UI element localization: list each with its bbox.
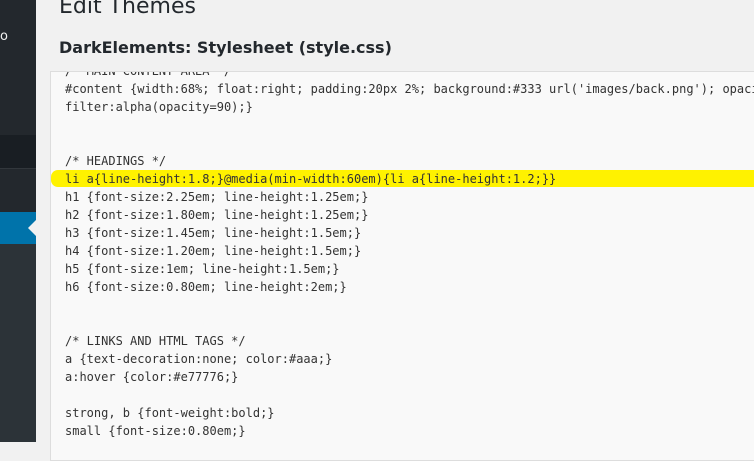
code-line-text: a {text-decoration:none; color:#aaa;} [65, 352, 333, 366]
page-title: Edit Themes [59, 0, 196, 19]
code-line[interactable]: /* MAIN CONTENT AREA */ [65, 71, 754, 80]
code-line[interactable] [65, 134, 754, 152]
code-line[interactable]: h4 {font-size:1.20em; line-height:1.5em;… [65, 242, 754, 260]
code-line[interactable]: small {font-size:0.80em;} [65, 422, 754, 440]
code-line-text: h6 {font-size:0.80em; line-height:2em;} [65, 280, 347, 294]
code-line-text: filter:alpha(opacity=90);} [65, 100, 253, 114]
code-line[interactable]: /* HEADINGS */ [65, 152, 754, 170]
code-editor[interactable]: /* MAIN CONTENT AREA */ #content {width:6… [50, 71, 754, 461]
code-line-text: strong, b {font-weight:bold;} [65, 406, 275, 420]
code-line-text: h5 {font-size:1em; line-height:1.5em;} [65, 262, 340, 276]
code-line[interactable]: h5 {font-size:1em; line-height:1.5em;} [65, 260, 754, 278]
highlighted-code-line[interactable]: li a{line-height:1.8;}@media(min-width:6… [51, 170, 754, 188]
sidebar-menu-label[interactable]: o [0, 29, 8, 44]
code-line[interactable]: strong, b {font-weight:bold;} [65, 404, 754, 422]
code-line[interactable] [65, 386, 754, 404]
code-line[interactable] [65, 296, 754, 314]
code-line[interactable]: h2 {font-size:1.80em; line-height:1.25em… [65, 206, 754, 224]
code-line[interactable]: a:hover {color:#e77776;} [65, 368, 754, 386]
code-line-text: h1 {font-size:2.25em; line-height:1.25em… [65, 190, 369, 204]
code-line-text: a:hover {color:#e77776;} [65, 370, 239, 384]
code-line[interactable]: filter:alpha(opacity=90);} [65, 98, 754, 116]
sidebar-submenu [0, 244, 36, 442]
code-line[interactable]: a {text-decoration:none; color:#aaa;} [65, 350, 754, 368]
code-line[interactable] [65, 116, 754, 134]
code-line-text: /* MAIN CONTENT AREA */ [65, 71, 232, 78]
code-line-text: h2 {font-size:1.80em; line-height:1.25em… [65, 208, 369, 222]
code-line[interactable]: #content {width:68%; float:right; paddin… [65, 80, 754, 98]
sidebar-separator [0, 168, 36, 169]
sidebar-item-appearance-active[interactable] [0, 212, 36, 244]
active-pointer-icon [28, 220, 36, 236]
sidebar-menu-item[interactable] [0, 135, 36, 168]
code-line[interactable]: /* LINKS AND HTML TAGS */ [65, 332, 754, 350]
file-title: DarkElements: Stylesheet (style.css) [59, 38, 392, 57]
code-line[interactable]: h6 {font-size:0.80em; line-height:2em;} [65, 278, 754, 296]
code-lines: /* MAIN CONTENT AREA */ #content {width:6… [51, 71, 754, 440]
code-line-text: #content {width:68%; float:right; paddin… [65, 82, 754, 96]
code-line[interactable]: h1 {font-size:2.25em; line-height:1.25em… [65, 188, 754, 206]
code-line-text: small {font-size:0.80em;} [65, 424, 246, 438]
code-line-text: li a{line-height:1.8;}@media(min-width:6… [65, 172, 557, 186]
code-line[interactable]: h3 {font-size:1.45em; line-height:1.5em;… [65, 224, 754, 242]
code-line-text: h3 {font-size:1.45em; line-height:1.5em;… [65, 226, 362, 240]
code-line[interactable] [65, 314, 754, 332]
code-line-text: h4 {font-size:1.20em; line-height:1.5em;… [65, 244, 362, 258]
code-line-text: /* HEADINGS */ [65, 154, 167, 168]
code-line-text: /* LINKS AND HTML TAGS */ [65, 334, 246, 348]
admin-sidebar: o [0, 0, 36, 442]
